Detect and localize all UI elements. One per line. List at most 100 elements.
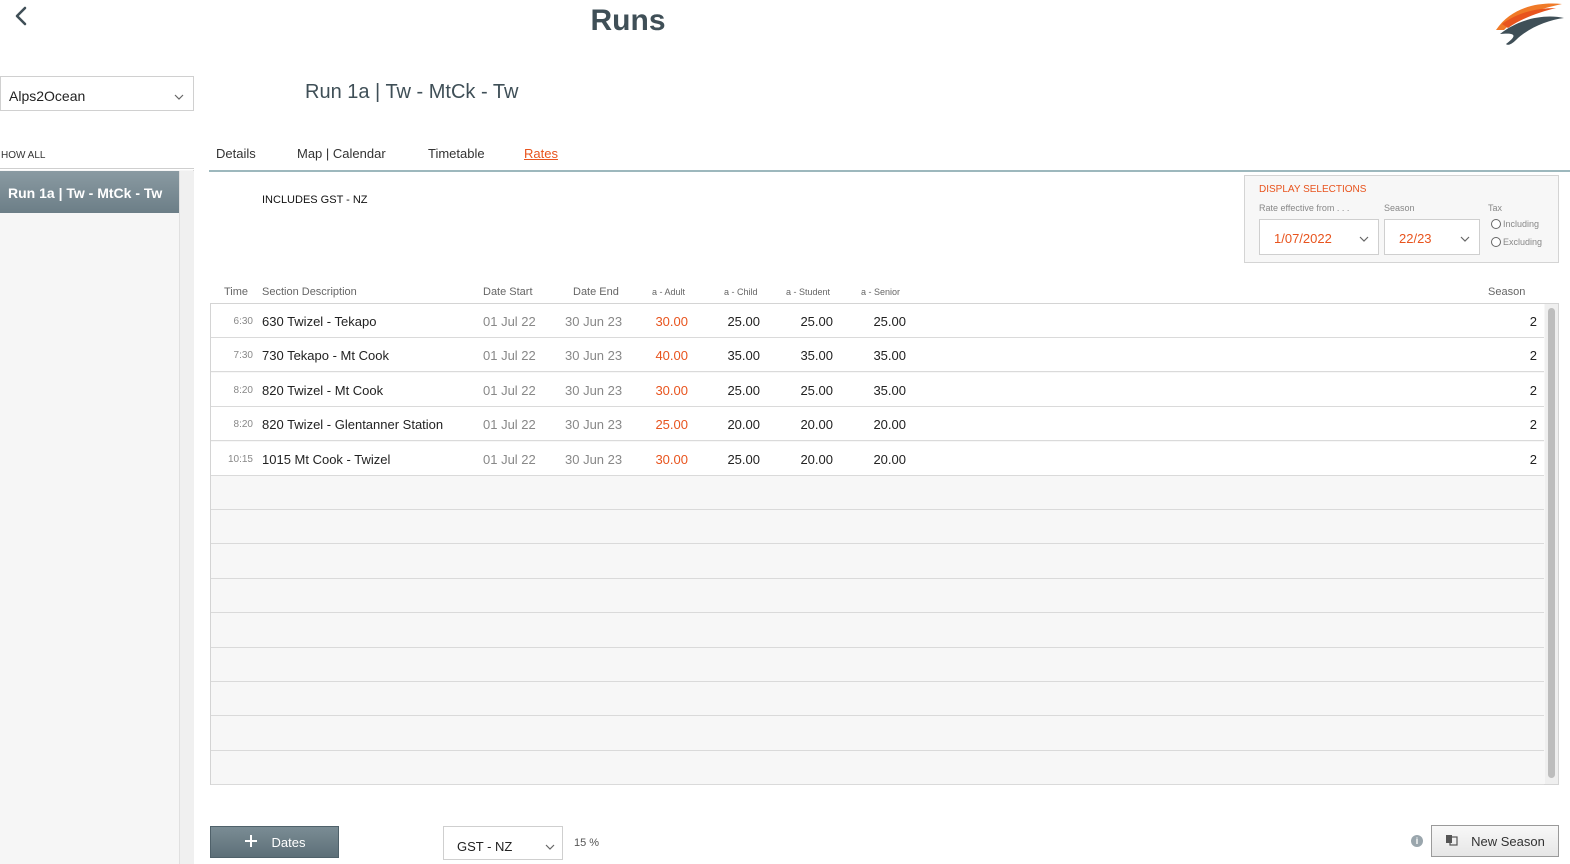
- cell-child: 35.00: [727, 348, 760, 364]
- tax-note: INCLUDES GST - NZ: [262, 194, 368, 206]
- cell-adult: 30.00: [655, 451, 688, 467]
- radio-including[interactable]: [1491, 219, 1501, 229]
- col-header-date-end: Date End: [573, 286, 619, 298]
- cell-senior: 35.00: [873, 382, 906, 398]
- season-value: 22/23: [1399, 231, 1432, 246]
- cell-season: 2: [1529, 451, 1537, 467]
- tax-including-option[interactable]: Including: [1491, 219, 1539, 229]
- cell-date-start: 01 Jul 22: [483, 451, 536, 467]
- tab-rates[interactable]: Rates: [524, 146, 558, 161]
- cell-student: 20.00: [800, 451, 833, 467]
- cell-student: 35.00: [800, 348, 833, 364]
- cell-adult: 40.00: [655, 348, 688, 364]
- cell-child: 20.00: [727, 417, 760, 433]
- page-title: Runs: [590, 4, 666, 37]
- sidebar-item-run-1a[interactable]: Run 1a | Tw - MtCk - Tw: [0, 171, 179, 213]
- cell-date-start: 01 Jul 22: [483, 417, 536, 433]
- col-header-section: Section Description: [262, 286, 357, 298]
- tax-percent: 15 %: [574, 837, 600, 849]
- table-row[interactable]: 10:15 1015 Mt Cook - Twizel 01 Jul 22 30 Ju…: [211, 441, 1544, 476]
- table-row[interactable]: 6:30 630 Twizel - Tekapo 01 Jul 22 30 Jun 2…: [211, 304, 1544, 338]
- tab-details[interactable]: Details: [216, 146, 256, 161]
- cell-child: 25.00: [727, 382, 760, 398]
- sidebar-divider: [0, 168, 194, 169]
- chevron-down-icon: [544, 840, 556, 855]
- cell-date-end: 30 Jun 23: [565, 314, 623, 329]
- table-row[interactable]: 7:30 730 Tekapo - Mt Cook 01 Jul 22 30 Jun …: [211, 338, 1544, 373]
- empty-table-row: [211, 717, 1544, 751]
- cell-section: 730 Tekapo - Mt Cook: [262, 348, 389, 364]
- cell-season: 2: [1529, 417, 1537, 433]
- cell-date-end: 30 Jun 23: [565, 417, 623, 433]
- cell-date-start: 01 Jul 22: [483, 382, 536, 398]
- brand-logo-icon: [1490, 0, 1566, 50]
- chevron-down-icon: [173, 89, 185, 105]
- empty-table-row: [211, 751, 1544, 786]
- tab-timetable[interactable]: Timetable: [428, 146, 485, 161]
- col-header-child: a - Child: [724, 287, 758, 297]
- cell-date-start: 01 Jul 22: [483, 314, 536, 329]
- cell-child: 25.00: [727, 314, 760, 329]
- col-header-adult: a - Adult: [652, 287, 686, 297]
- tab-map-calendar[interactable]: Map | Calendar: [297, 146, 386, 161]
- col-header-senior: a - Senior: [861, 287, 901, 297]
- chevron-down-icon: [1358, 232, 1370, 247]
- tax-type-value: GST - NZ: [457, 839, 513, 854]
- new-season-button[interactable]: New Season: [1431, 825, 1559, 857]
- brand-select[interactable]: Alps2Ocean: [0, 76, 194, 111]
- empty-table-row: [211, 510, 1544, 545]
- cell-senior: 25.00: [873, 314, 906, 329]
- cell-student: 25.00: [800, 314, 833, 329]
- display-selections-title: DISPLAY SELECTIONS: [1259, 184, 1367, 195]
- copy-icon: [1445, 834, 1459, 849]
- col-header-date-start: Date Start: [483, 286, 533, 298]
- empty-table-row: [211, 682, 1544, 717]
- empty-table-row: [211, 579, 1544, 614]
- cell-adult: 30.00: [655, 314, 688, 329]
- tax-excluding-option[interactable]: Excluding: [1491, 237, 1542, 247]
- radio-excluding[interactable]: [1491, 237, 1501, 247]
- plus-icon: [244, 834, 258, 851]
- cell-section: 1015 Mt Cook - Twizel: [262, 451, 391, 467]
- cell-senior: 20.00: [873, 451, 906, 467]
- cell-student: 20.00: [800, 417, 833, 433]
- add-dates-label: Dates: [271, 834, 306, 850]
- cell-date-end: 30 Jun 23: [565, 382, 623, 398]
- rate-effective-label: Rate effective from . . .: [1259, 203, 1350, 213]
- chevron-down-icon: [1459, 232, 1471, 247]
- table-row[interactable]: 8:20 820 Twizel - Glentanner Station 01 Ju…: [211, 407, 1544, 442]
- tax-label: Tax: [1488, 203, 1503, 213]
- tax-type-select[interactable]: GST - NZ: [443, 826, 563, 860]
- cell-section: 820 Twizel - Glentanner Station: [262, 417, 444, 433]
- season-select[interactable]: 22/23: [1384, 219, 1480, 255]
- col-header-time: Time: [224, 286, 249, 298]
- table-row[interactable]: 8:20 820 Twizel - Mt Cook 01 Jul 22 30 Jun …: [211, 372, 1544, 407]
- info-icon[interactable]: i: [1411, 835, 1423, 847]
- cell-time: 8:20: [233, 384, 253, 396]
- cell-student: 25.00: [800, 382, 833, 398]
- tab-underline-divider: [209, 170, 1570, 172]
- new-season-label: New Season: [1471, 833, 1545, 849]
- tax-excluding-label: Excluding: [1503, 237, 1543, 247]
- empty-table-row: [211, 614, 1544, 648]
- brand-select-value: Alps2Ocean: [9, 88, 86, 104]
- cell-time: 6:30: [233, 316, 253, 327]
- cell-season: 2: [1529, 314, 1537, 329]
- cell-section: 630 Twizel - Tekapo: [262, 314, 377, 329]
- add-dates-button[interactable]: Dates: [210, 826, 339, 858]
- cell-date-end: 30 Jun 23: [565, 451, 623, 467]
- cell-adult: 25.00: [655, 417, 688, 433]
- col-header-season: Season: [1488, 286, 1526, 298]
- cell-senior: 20.00: [873, 417, 906, 433]
- cell-season: 2: [1529, 382, 1537, 398]
- cell-time: 8:20: [233, 419, 253, 431]
- rate-effective-select[interactable]: 1/07/2022: [1259, 219, 1379, 255]
- table-scrollbar-thumb[interactable]: [1548, 308, 1555, 778]
- empty-table-row: [211, 476, 1544, 510]
- run-list-panel: [0, 170, 194, 864]
- cell-date-start: 01 Jul 22: [483, 348, 536, 364]
- col-header-student: a - Student: [786, 287, 831, 297]
- sidebar-scrollbar[interactable]: [179, 171, 194, 864]
- show-all-link[interactable]: HOW ALL: [1, 150, 45, 161]
- cell-child: 25.00: [727, 451, 760, 467]
